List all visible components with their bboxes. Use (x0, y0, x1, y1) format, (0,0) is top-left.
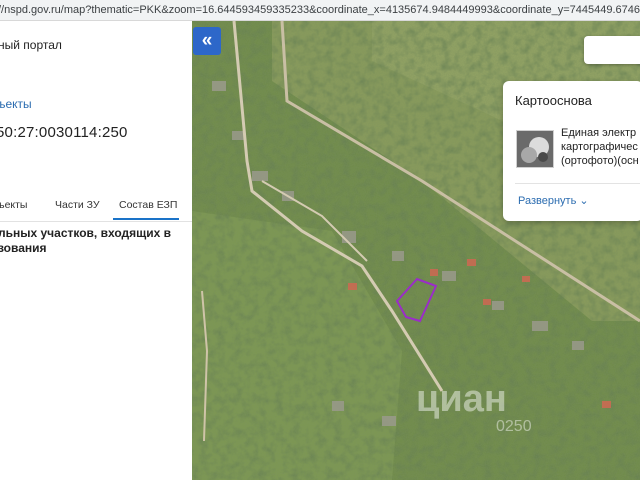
tab-objects[interactable]: ъекты (0, 199, 27, 211)
active-tab-indicator (113, 218, 179, 220)
watermark-code: 0250 (496, 418, 532, 435)
browser-address-bar[interactable]: //nspd.gov.ru/map?thematic=PKK&zoom=16.6… (0, 0, 640, 21)
layer-name-line-1: Единая электр (561, 127, 637, 139)
card-divider (515, 183, 640, 184)
url-text: //nspd.gov.ru/map?thematic=PKK&zoom=16.6… (0, 4, 640, 16)
tab-bar: ъекты Части ЗУ Состав ЕЗП (0, 197, 192, 222)
layer-name-line-2: картографичес (561, 141, 638, 153)
chevron-down-icon: ⌄ (579, 195, 589, 207)
expand-link[interactable]: Развернуть ⌄ (518, 194, 589, 207)
basemap-card: Картооснова Единая электр картографичес … (503, 81, 640, 221)
expand-label: Развернуть (518, 195, 577, 207)
description-line-1: льных участков, входящих в (0, 226, 172, 240)
basemap-title: Картооснова (515, 93, 592, 108)
collapse-panel-button[interactable]: « (193, 27, 221, 55)
objects-link[interactable]: ъекты (0, 97, 32, 111)
info-panel: ный портал ъекты 50:27:0030114:250 ъекты… (0, 21, 192, 480)
tab-composition[interactable]: Состав ЕЗП (119, 199, 177, 211)
basemap-thumbnail[interactable] (516, 130, 554, 168)
description-line-2: зования (0, 241, 47, 255)
layer-name-line-3: (ортофото)(осн (561, 155, 639, 167)
section-description: льных участков, входящих в зования (0, 226, 190, 256)
basemap-layer-name: Единая электр картографичес (ортофото)(о… (561, 126, 640, 168)
cadastral-number: 50:27:0030114:250 (0, 124, 128, 141)
portal-title: ный портал (0, 38, 62, 52)
tab-parts[interactable]: Части ЗУ (55, 199, 100, 211)
map-control-box[interactable] (584, 36, 640, 64)
watermark-logo: циан (416, 378, 507, 420)
